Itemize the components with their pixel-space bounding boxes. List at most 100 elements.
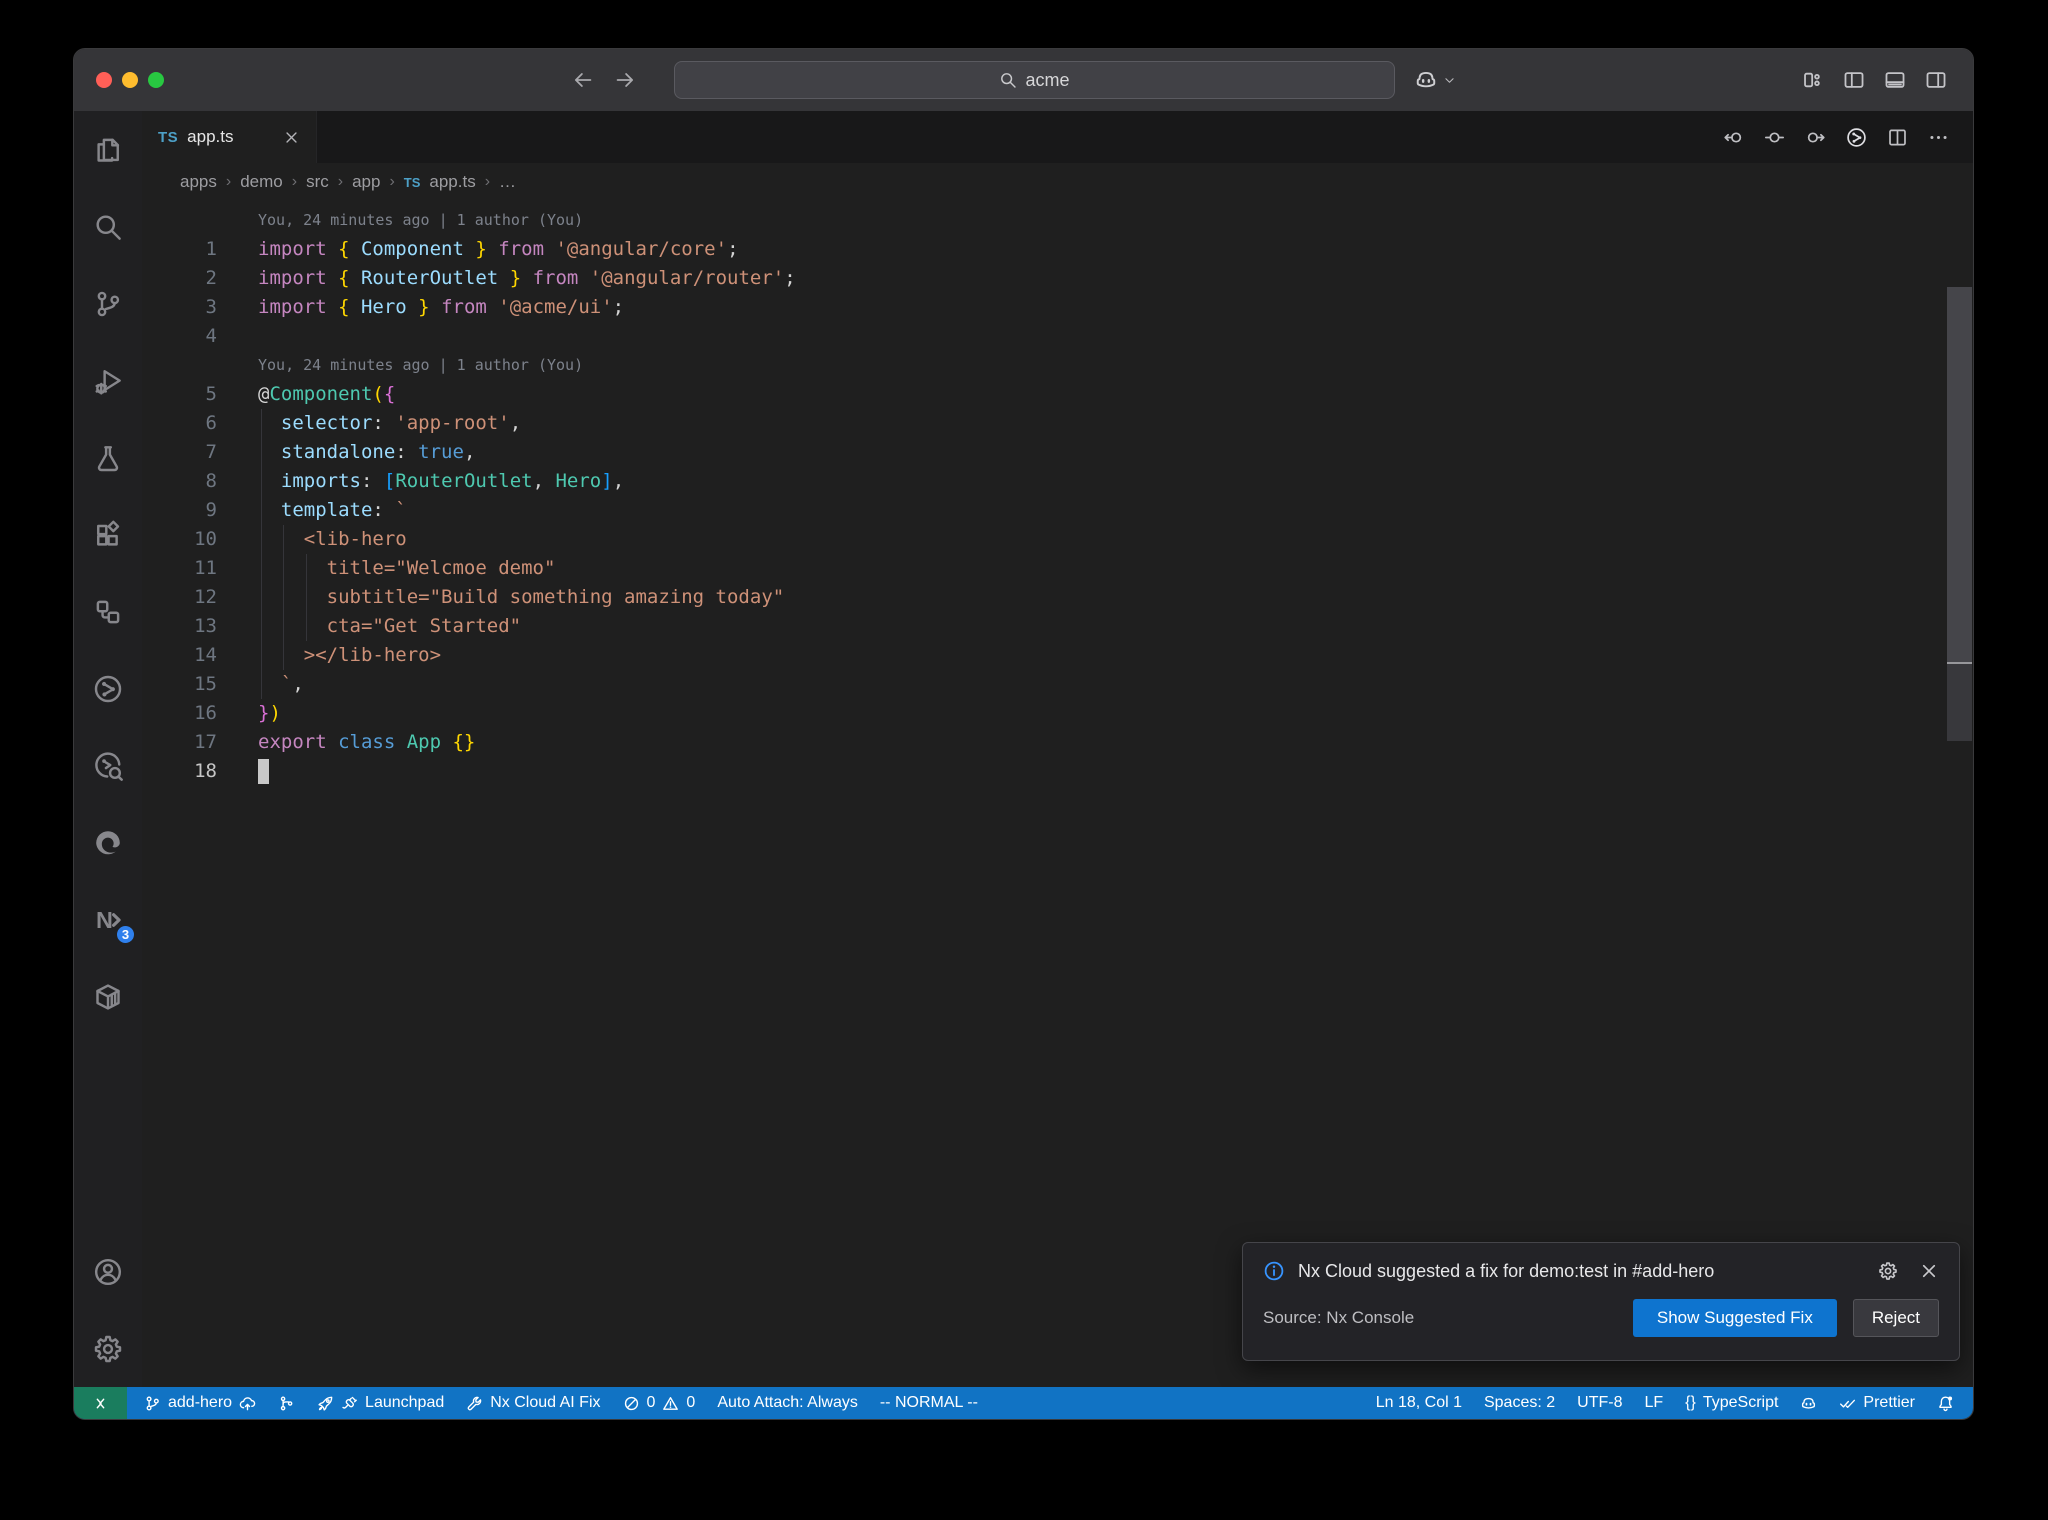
- minimize-window-button[interactable]: [122, 72, 138, 88]
- code-line-17[interactable]: 17 export class App {}: [142, 728, 1973, 757]
- settings-icon: [93, 1334, 123, 1364]
- line-content: [217, 757, 258, 786]
- status-item-branch[interactable]: add-hero: [133, 1387, 267, 1419]
- status-item-remote[interactable]: [74, 1387, 127, 1419]
- line-content: import { Component } from '@angular/core…: [258, 238, 739, 260]
- line-number: 18: [194, 760, 217, 782]
- tab-app-ts[interactable]: TS app.ts: [142, 111, 317, 163]
- scrollbar-thumb[interactable]: [1947, 287, 1972, 662]
- breadcrumb-separator: ›: [484, 173, 491, 190]
- code-line-8[interactable]: 8 imports: [RouterOutlet, Hero],: [142, 467, 1973, 496]
- status-item-indentation[interactable]: Spaces: 2: [1473, 1387, 1566, 1419]
- code-line-5[interactable]: 5 @Component({: [142, 380, 1973, 409]
- code-line-18[interactable]: 18: [142, 757, 1973, 786]
- breadcrumb-item-file[interactable]: app.ts: [429, 172, 475, 192]
- code-line-1[interactable]: 1 import { Component } from '@angular/cor…: [142, 235, 1973, 264]
- code-line-3[interactable]: 3 import { Hero } from '@acme/ui';: [142, 293, 1973, 322]
- toggle-primary-sidebar-icon[interactable]: [1843, 69, 1865, 91]
- split-editor-icon[interactable]: [1887, 127, 1908, 148]
- status-item-vim-mode[interactable]: -- NORMAL --: [869, 1387, 989, 1419]
- search-icon: [999, 71, 1017, 89]
- activity-item-nx-console[interactable]: [74, 650, 142, 727]
- back-arrow-icon[interactable]: [572, 69, 594, 91]
- code-line-7[interactable]: 7 standalone: true,: [142, 438, 1973, 467]
- code-line-4[interactable]: 4: [142, 322, 1973, 351]
- close-tab-icon[interactable]: [283, 129, 300, 146]
- blame-annotation: You, 24 minutes ago | 1 author (You): [142, 206, 1973, 235]
- code-line-9[interactable]: 9 template: `: [142, 496, 1973, 525]
- notification-settings-gear-icon[interactable]: [1878, 1261, 1898, 1281]
- info-icon: [1263, 1260, 1285, 1282]
- status-item-nx-cloud-ai-fix[interactable]: Nx Cloud AI Fix: [455, 1387, 611, 1419]
- activity-item-containers[interactable]: [74, 958, 142, 1035]
- code-line-6[interactable]: 6 selector: 'app-root',: [142, 409, 1973, 438]
- next-change-icon[interactable]: [1805, 127, 1826, 148]
- code-line-12[interactable]: 12 subtitle="Build something amazing tod…: [142, 583, 1973, 612]
- more-actions-icon[interactable]: [1928, 127, 1949, 148]
- forward-arrow-icon[interactable]: [614, 69, 636, 91]
- chevron-down-icon: [1443, 74, 1456, 87]
- line-content: template: `: [280, 499, 407, 521]
- source-control-icon: [93, 289, 123, 319]
- notification-close-icon[interactable]: [1919, 1261, 1939, 1281]
- activity-item-explorer[interactable]: [74, 111, 142, 188]
- code-line-14[interactable]: 14 ></lib-hero>: [142, 641, 1973, 670]
- breadcrumb-item-apps[interactable]: apps: [180, 172, 217, 192]
- history-navigation: [572, 49, 636, 111]
- toggle-secondary-sidebar-icon[interactable]: [1925, 69, 1947, 91]
- breadcrumb-separator: ›: [337, 173, 344, 190]
- status-item-formatter[interactable]: Prettier: [1828, 1387, 1926, 1419]
- breadcrumb-overflow[interactable]: …: [499, 172, 516, 192]
- status-item-copilot[interactable]: [1789, 1387, 1828, 1419]
- activity-item-run-debug[interactable]: [74, 342, 142, 419]
- activity-item-extensions[interactable]: [74, 496, 142, 573]
- status-item-encoding[interactable]: UTF-8: [1566, 1387, 1633, 1419]
- copilot-menu[interactable]: [1414, 49, 1456, 111]
- editor-scrollbar[interactable]: [1947, 201, 1972, 1387]
- zoom-window-button[interactable]: [148, 72, 164, 88]
- line-content: [217, 322, 258, 351]
- breadcrumb-item-app[interactable]: app: [352, 172, 380, 192]
- breadcrumb-item-demo[interactable]: demo: [240, 172, 283, 192]
- status-item-problems[interactable]: 00: [612, 1387, 707, 1419]
- status-item-language-mode[interactable]: {} TypeScript: [1674, 1387, 1789, 1419]
- code-line-15[interactable]: 15 `,: [142, 670, 1973, 699]
- error-icon: [623, 1395, 640, 1412]
- status-item-commit-graph[interactable]: [267, 1387, 306, 1419]
- status-item-end-of-line[interactable]: LF: [1633, 1387, 1674, 1419]
- activity-bar-bottom: [74, 1233, 142, 1387]
- activity-item-project-structure[interactable]: [74, 573, 142, 650]
- line-content: title="Welcmoe demo": [258, 557, 556, 579]
- status-item-cursor-position[interactable]: Ln 18, Col 1: [1365, 1387, 1473, 1419]
- activity-item-edge-tools[interactable]: [74, 804, 142, 881]
- command-center-search[interactable]: acme: [674, 61, 1395, 99]
- customize-layout-icon[interactable]: [1802, 69, 1824, 91]
- status-item-auto-attach[interactable]: Auto Attach: Always: [706, 1387, 869, 1419]
- activity-item-accounts[interactable]: [74, 1233, 142, 1310]
- reject-button[interactable]: Reject: [1852, 1299, 1939, 1337]
- code-line-16[interactable]: 16}): [142, 699, 1973, 728]
- plug-icon: [341, 1395, 358, 1412]
- activity-item-settings[interactable]: [74, 1310, 142, 1387]
- toggle-panel-icon[interactable]: [1884, 69, 1906, 91]
- status-item-notifications[interactable]: [1926, 1387, 1965, 1419]
- line-number: 9: [205, 499, 217, 521]
- code-line-11[interactable]: 11 title="Welcmoe demo": [142, 554, 1973, 583]
- previous-change-icon[interactable]: [1723, 127, 1744, 148]
- open-changes-icon[interactable]: [1764, 127, 1785, 148]
- code-line-10[interactable]: 10 <lib-hero: [142, 525, 1973, 554]
- close-window-button[interactable]: [96, 72, 112, 88]
- code-line-2[interactable]: 2 import { RouterOutlet } from '@angular/…: [142, 264, 1973, 293]
- code-editor[interactable]: You, 24 minutes ago | 1 author (You) 1 imp…: [142, 201, 1973, 1387]
- code-line-13[interactable]: 13 cta="Get Started": [142, 612, 1973, 641]
- breadcrumb-item-src[interactable]: src: [306, 172, 329, 192]
- show-suggested-fix-button[interactable]: Show Suggested Fix: [1632, 1299, 1837, 1337]
- status-item-launchpad[interactable]: Launchpad: [306, 1387, 455, 1419]
- activity-item-search[interactable]: [74, 188, 142, 265]
- nx-run-target-icon[interactable]: [1846, 127, 1867, 148]
- activity-item-project-graph-search[interactable]: [74, 727, 142, 804]
- activity-item-source-control[interactable]: [74, 265, 142, 342]
- activity-item-testing[interactable]: [74, 419, 142, 496]
- activity-item-nx[interactable]: N3: [74, 881, 142, 958]
- line-number: 3: [205, 296, 217, 318]
